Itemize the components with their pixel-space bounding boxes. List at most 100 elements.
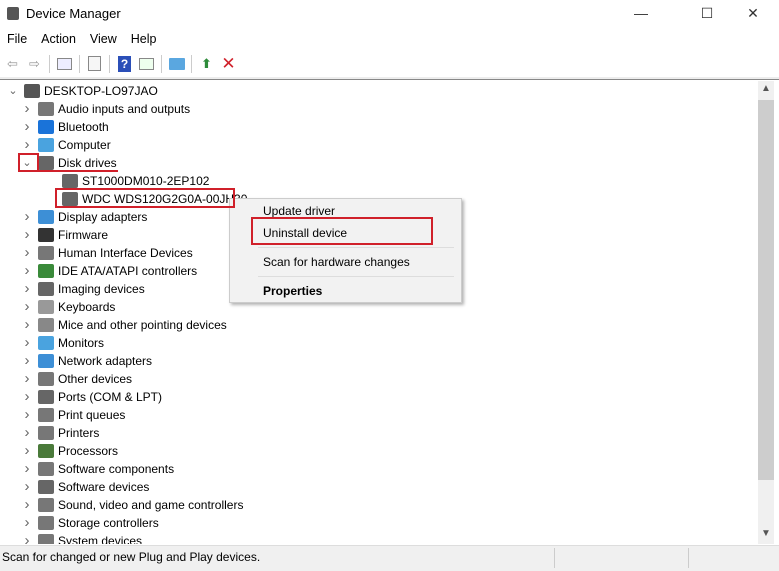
chevron-right-icon[interactable]: › (20, 298, 34, 316)
window-title: Device Manager (26, 6, 121, 21)
action-pane-icon[interactable] (137, 54, 156, 73)
chevron-right-icon[interactable]: › (20, 460, 34, 478)
tree-category[interactable]: › Keyboards (20, 298, 116, 316)
tree-item-label: Audio inputs and outputs (58, 102, 191, 116)
chevron-right-icon[interactable]: › (20, 316, 34, 334)
help-icon[interactable]: ? (115, 54, 134, 73)
tree-category[interactable]: › Computer (20, 136, 111, 154)
back-icon[interactable]: ⇦ (3, 54, 22, 73)
tree-category[interactable]: › Audio inputs and outputs (20, 100, 191, 118)
chevron-right-icon[interactable]: › (20, 100, 34, 118)
chevron-right-icon[interactable]: › (20, 352, 34, 370)
print-queue-icon (38, 408, 54, 422)
status-divider (554, 548, 555, 568)
tree-category[interactable]: › Processors (20, 442, 119, 460)
chevron-right-icon[interactable]: › (20, 424, 34, 442)
system-devices-icon (38, 534, 54, 544)
ide-controller-icon (38, 264, 54, 278)
tree-category[interactable]: › Display adapters (20, 208, 148, 226)
monitor-icon (38, 336, 54, 350)
chevron-right-icon[interactable]: › (20, 334, 34, 352)
scroll-down-icon[interactable]: ▼ (761, 528, 771, 539)
port-icon (38, 390, 54, 404)
tree-category[interactable]: › Software devices (20, 478, 150, 496)
tree-category[interactable]: › Mice and other pointing devices (20, 316, 227, 334)
tree-category[interactable]: › IDE ATA/ATAPI controllers (20, 262, 198, 280)
chevron-right-icon[interactable]: › (20, 406, 34, 424)
tree-item-label: Other devices (58, 372, 133, 386)
tree-category[interactable]: › Other devices (20, 370, 133, 388)
chevron-right-icon[interactable]: › (20, 514, 34, 532)
tree-item-label: System devices (58, 534, 143, 544)
uninstall-icon[interactable]: ✕ (219, 54, 238, 73)
camera-icon (38, 282, 54, 296)
status-divider (688, 548, 689, 568)
tree-item-label: Bluetooth (58, 120, 109, 134)
storage-controller-icon (38, 516, 54, 530)
chevron-right-icon[interactable]: › (20, 136, 34, 154)
software-device-icon (38, 480, 54, 494)
tree-category[interactable]: › Sound, video and game controllers (20, 496, 244, 514)
tree-item-label: Firmware (58, 228, 108, 242)
menu-view[interactable]: View (83, 30, 124, 48)
scrollbar-thumb[interactable] (758, 100, 774, 480)
tree-category[interactable]: › Ports (COM & LPT) (20, 388, 163, 406)
menu-action[interactable]: Action (34, 30, 83, 48)
tree-root[interactable]: ⌄ DESKTOP-LO97JAO (6, 82, 158, 100)
chevron-right-icon[interactable]: › (20, 280, 34, 298)
maximize-button[interactable]: ☐ (684, 0, 730, 28)
chevron-down-icon[interactable]: ⌄ (6, 82, 20, 100)
tree-category[interactable]: › Monitors (20, 334, 105, 352)
menu-item-scan-hardware[interactable]: Scan for hardware changes (263, 255, 410, 269)
network-icon (38, 354, 54, 368)
tree-item-label: Processors (58, 444, 119, 458)
disk-drive-icon (62, 174, 78, 188)
tree-item-label: Ports (COM & LPT) (58, 390, 163, 404)
menu-item-properties[interactable]: Properties (263, 284, 322, 298)
menu-separator (258, 247, 454, 248)
menu-file[interactable]: File (0, 30, 34, 48)
chevron-right-icon[interactable]: › (20, 478, 34, 496)
tree-category[interactable]: › Print queues (20, 406, 126, 424)
scan-hardware-icon[interactable] (167, 54, 186, 73)
properties-icon[interactable] (85, 54, 104, 73)
toolbar-divider (109, 54, 110, 73)
chevron-right-icon[interactable]: › (20, 226, 34, 244)
show-hide-console-tree-icon[interactable] (55, 54, 74, 73)
firmware-icon (38, 228, 54, 242)
chevron-right-icon[interactable]: › (20, 388, 34, 406)
menu-help[interactable]: Help (124, 30, 164, 48)
tree-category[interactable]: › Imaging devices (20, 280, 145, 298)
chevron-right-icon[interactable]: › (20, 208, 34, 226)
menu-item-update-driver[interactable]: Update driver (263, 204, 335, 218)
mouse-icon (38, 318, 54, 332)
toolbar-divider (161, 54, 162, 73)
disk-drive-icon (38, 156, 54, 170)
menu-bar: File Action View Help (0, 30, 164, 48)
tree-category[interactable]: › Firmware (20, 226, 109, 244)
tree-category[interactable]: › Network adapters (20, 352, 153, 370)
tree-category[interactable]: › Human Interface Devices (20, 244, 193, 262)
forward-icon[interactable]: ⇨ (25, 54, 44, 73)
chevron-right-icon[interactable]: › (20, 262, 34, 280)
chevron-right-icon[interactable]: › (20, 442, 34, 460)
sound-icon (38, 498, 54, 512)
update-driver-icon[interactable]: ⬆ (197, 54, 216, 73)
bluetooth-icon (38, 120, 54, 134)
tree-item-label: Sound, video and game controllers (58, 498, 244, 512)
tree-category[interactable]: › System devices (20, 532, 142, 544)
tree-item-label: DESKTOP-LO97JAO (44, 84, 158, 98)
chevron-right-icon[interactable]: › (20, 370, 34, 388)
tree-category[interactable]: › Storage controllers (20, 514, 159, 532)
chevron-right-icon[interactable]: › (20, 118, 34, 136)
chevron-right-icon[interactable]: › (20, 496, 34, 514)
tree-category[interactable]: › Printers (20, 424, 100, 442)
scroll-up-icon[interactable]: ▲ (761, 83, 771, 94)
chevron-right-icon[interactable]: › (20, 244, 34, 262)
minimize-button[interactable]: — (618, 0, 664, 28)
tree-category[interactable]: › Bluetooth (20, 118, 109, 136)
chevron-right-icon[interactable]: › (20, 532, 34, 544)
close-button[interactable]: ✕ (730, 0, 776, 28)
tree-category[interactable]: › Software components (20, 460, 175, 478)
speaker-icon (38, 102, 54, 116)
